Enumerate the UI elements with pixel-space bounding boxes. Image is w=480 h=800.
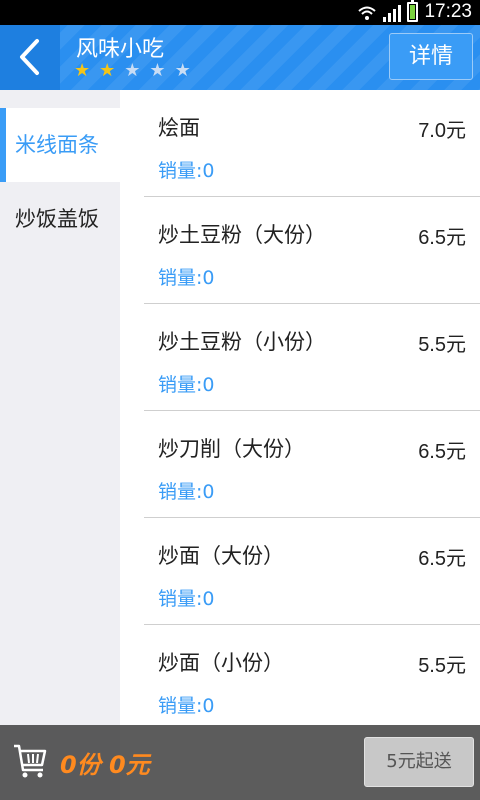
dish-name: 炒刀削（大份） [158, 437, 305, 461]
cart-summary: 0份 0元 [60, 751, 150, 779]
checkout-button[interactable]: 5元起送 [364, 737, 474, 787]
star-icon: ★ [99, 60, 116, 81]
category-item-noodles[interactable]: 米线面条 [0, 108, 120, 182]
dish-price: 6.5元 [418, 227, 466, 249]
status-icons [357, 0, 418, 22]
status-bar: 17:23 [0, 0, 480, 25]
dish-name: 烩面 [158, 116, 200, 140]
dish-price: 6.5元 [418, 548, 466, 570]
rating-stars: ★ ★ ★ ★ ★ [74, 62, 191, 80]
dish-item[interactable]: 炒刀削（大份） 6.5元 销量:0 [120, 411, 480, 518]
dish-item[interactable]: 烩面 7.0元 销量:0 [120, 90, 480, 197]
shop-title: 风味小吃 [76, 37, 165, 62]
back-button[interactable] [0, 25, 60, 90]
dish-sales: 销量:0 [158, 588, 215, 610]
dish-sales: 销量:0 [158, 481, 215, 503]
header-bar: 风味小吃 ★ ★ ★ ★ ★ 详情 [0, 25, 480, 90]
cart-bar: 0份 0元 5元起送 [0, 725, 480, 800]
battery-icon [407, 0, 418, 22]
dish-item[interactable]: 炒土豆粉（大份） 6.5元 销量:0 [120, 197, 480, 304]
dish-item[interactable]: 炒面（大份） 6.5元 销量:0 [120, 518, 480, 625]
dish-price: 5.5元 [418, 334, 466, 356]
status-time: 17:23 [424, 1, 472, 22]
dish-sales: 销量:0 [158, 160, 215, 182]
wifi-icon [357, 4, 377, 22]
star-icon: ★ [174, 60, 191, 81]
star-icon: ★ [124, 60, 141, 81]
signal-icon [383, 4, 401, 22]
dish-name: 炒面（小份） [158, 651, 284, 675]
dish-sales: 销量:0 [158, 374, 215, 396]
dish-sales: 销量:0 [158, 267, 215, 289]
detail-button[interactable]: 详情 [389, 33, 473, 80]
dish-item[interactable]: 炒土豆粉（小份） 5.5元 销量:0 [120, 304, 480, 411]
category-sidebar: 米线面条 炒饭盖饭 [0, 90, 120, 800]
dish-sales: 销量:0 [158, 695, 215, 717]
dish-price: 7.0元 [418, 120, 466, 142]
dish-item[interactable]: 炒面（小份） 5.5元 销量:0 [120, 625, 480, 725]
star-icon: ★ [149, 60, 166, 81]
back-arrow-icon [20, 39, 39, 75]
dish-price: 5.5元 [418, 655, 466, 677]
category-item-fried-rice[interactable]: 炒饭盖饭 [0, 182, 120, 256]
dish-price: 6.5元 [418, 441, 466, 463]
cart-icon[interactable] [12, 742, 48, 784]
dish-list: 烩面 7.0元 销量:0 炒土豆粉（大份） 6.5元 销量:0 炒土豆粉（小份）… [120, 90, 480, 725]
dish-name: 炒土豆粉（大份） [158, 223, 326, 247]
dish-name: 炒面（大份） [158, 544, 284, 568]
star-icon: ★ [74, 60, 91, 81]
dish-name: 炒土豆粉（小份） [158, 330, 326, 354]
